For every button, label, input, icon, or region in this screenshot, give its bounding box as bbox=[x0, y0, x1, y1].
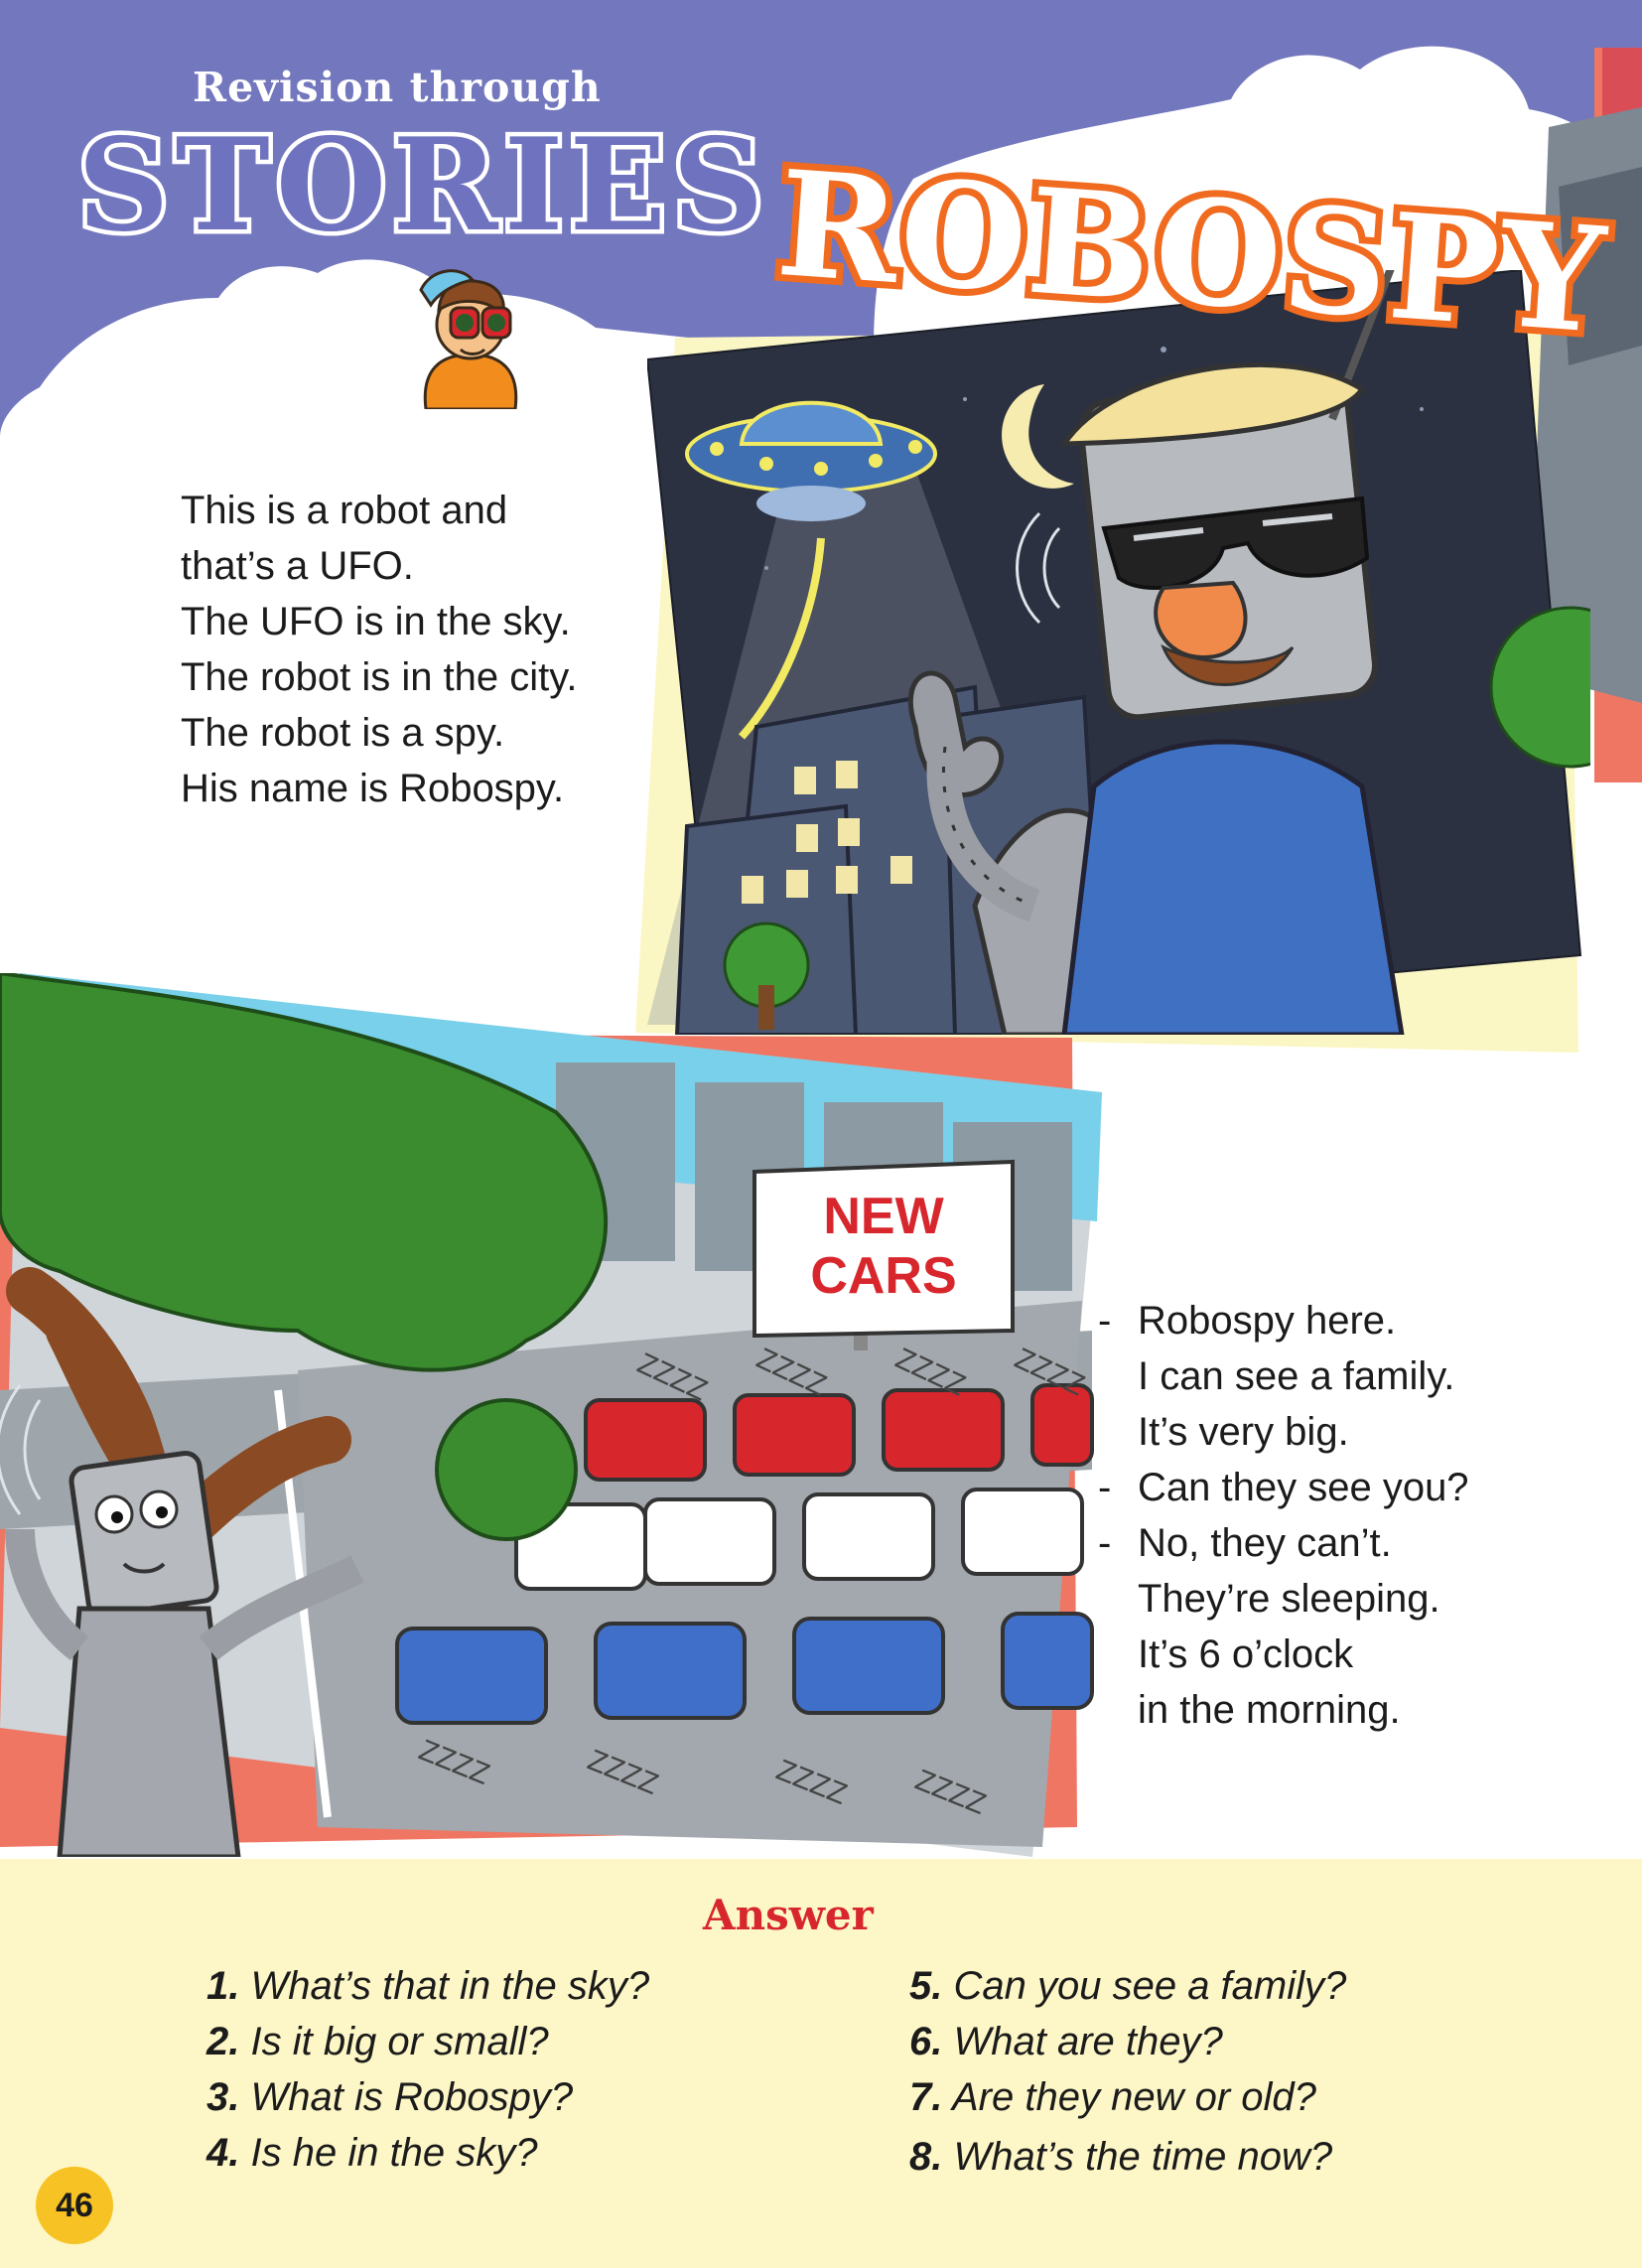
story-line: The robot is in the city. bbox=[181, 655, 578, 699]
dialogue-text: I can see a family. bbox=[1138, 1354, 1455, 1398]
question-number: 4. bbox=[206, 2131, 240, 2175]
dialogue-text: No, they can’t. bbox=[1138, 1521, 1392, 1565]
question-text: What are they? bbox=[953, 2020, 1223, 2063]
dialogue-line: in the morning. bbox=[1098, 1682, 1469, 1738]
question-6: 6. What are they? bbox=[909, 2020, 1223, 2064]
dialogue-text: in the morning. bbox=[1138, 1688, 1401, 1732]
dialogue-text: It’s very big. bbox=[1138, 1410, 1349, 1454]
dialogue-dash: - bbox=[1098, 1521, 1112, 1565]
question-text: Are they new or old? bbox=[952, 2075, 1316, 2119]
dialogue-text: It’s 6 o’clock bbox=[1138, 1632, 1354, 1676]
dialogue-line: It’s very big. bbox=[1098, 1404, 1469, 1460]
story-line: The robot is a spy. bbox=[181, 711, 505, 755]
robospy-night-illustration bbox=[647, 270, 1590, 1035]
dialogue-dash: - bbox=[1098, 1466, 1112, 1509]
question-8: 8. What’s the time now? bbox=[909, 2135, 1332, 2180]
dialogue-line: They’re sleeping. bbox=[1098, 1571, 1469, 1627]
dialogue-dash: - bbox=[1098, 1299, 1112, 1343]
dialogue-line: I can see a family. bbox=[1098, 1348, 1469, 1404]
question-text: Is he in the sky? bbox=[250, 2131, 538, 2175]
question-1: 1. What’s that in the sky? bbox=[206, 1964, 649, 2009]
series-title: STORIES bbox=[72, 107, 770, 265]
question-text: What’s the time now? bbox=[953, 2135, 1333, 2179]
page-number: 46 bbox=[36, 2167, 113, 2244]
question-4: 4. Is he in the sky? bbox=[206, 2131, 538, 2176]
series-kicker: Revision through bbox=[193, 64, 602, 111]
question-number: 1. bbox=[206, 1964, 240, 2008]
question-7: 7. Are they new or old? bbox=[909, 2075, 1316, 2120]
question-text: Is it big or small? bbox=[250, 2020, 549, 2063]
dialogue-text: Robospy here. bbox=[1138, 1299, 1397, 1343]
story-line: This is a robot and bbox=[181, 489, 508, 532]
question-3: 3. What is Robospy? bbox=[206, 2075, 573, 2120]
answer-heading: Answer bbox=[703, 1891, 874, 1939]
sign-line-1: NEW bbox=[823, 1188, 944, 1245]
question-text: What’s that in the sky? bbox=[250, 1964, 650, 2008]
story-line: that’s a UFO. bbox=[181, 544, 414, 588]
sign-line-2: CARS bbox=[810, 1247, 956, 1305]
story-part-1: This is a robot and that’s a UFO. The UF… bbox=[181, 483, 577, 816]
question-number: 6. bbox=[909, 2020, 943, 2063]
question-number: 2. bbox=[206, 2020, 240, 2063]
dialogue-line: - No, they can’t. bbox=[1098, 1515, 1469, 1571]
dialogue-line: - Robospy here. bbox=[1098, 1293, 1469, 1348]
dialogue-text: Can they see you? bbox=[1138, 1466, 1469, 1509]
dialogue-text: They’re sleeping. bbox=[1138, 1577, 1440, 1621]
question-number: 3. bbox=[206, 2075, 240, 2119]
dialogue-line: - Can they see you? bbox=[1098, 1460, 1469, 1515]
kid-binoculars-icon bbox=[419, 269, 518, 409]
question-2: 2. Is it big or small? bbox=[206, 2020, 549, 2064]
question-number: 8. bbox=[909, 2135, 943, 2179]
question-text: Can you see a family? bbox=[953, 1964, 1347, 2008]
dialogue: - Robospy here. I can see a family. It’s … bbox=[1098, 1293, 1469, 1738]
car-lot-illustration: NEW CARS ZZZZ ZZZZ ZZZZ ZZZZ ZZZZ ZZZZ Z… bbox=[0, 973, 1102, 1857]
dialogue-line: It’s 6 o’clock bbox=[1098, 1627, 1469, 1682]
question-5: 5. Can you see a family? bbox=[909, 1964, 1346, 2009]
story-line: The UFO is in the sky. bbox=[181, 600, 571, 643]
story-line: His name is Robospy. bbox=[181, 767, 565, 810]
question-number: 5. bbox=[909, 1964, 943, 2008]
question-text: What is Robospy? bbox=[250, 2075, 574, 2119]
question-number: 7. bbox=[909, 2075, 943, 2119]
